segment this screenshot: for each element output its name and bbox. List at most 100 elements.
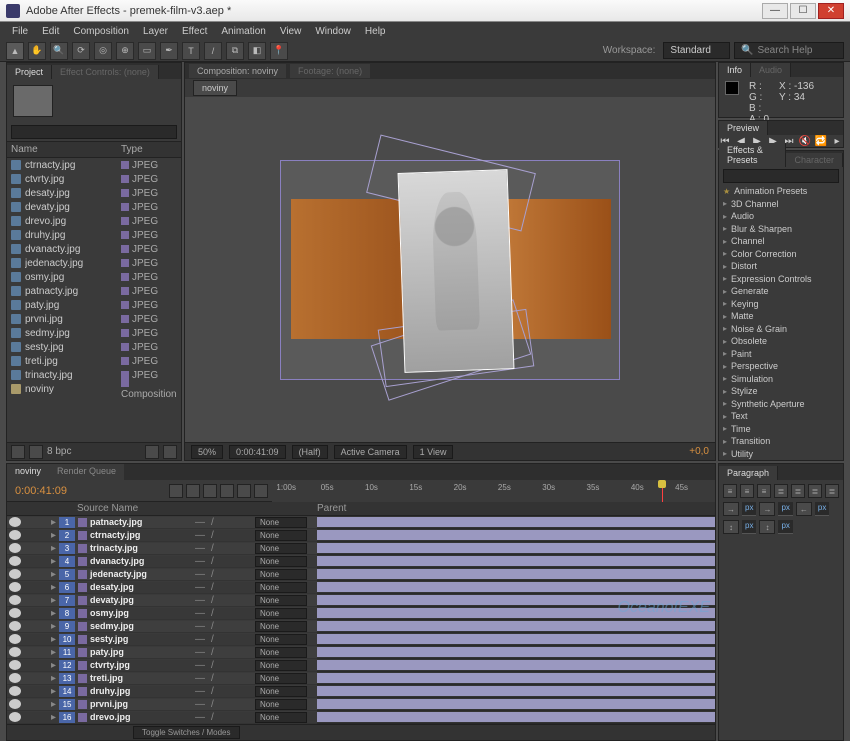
eraser-tool[interactable]: ◧ [248, 42, 266, 60]
project-item[interactable]: prvni.jpgJPEG [7, 312, 181, 326]
visibility-toggle[interactable] [9, 569, 21, 579]
zoom-dropdown[interactable]: 50% [191, 445, 223, 459]
timeline-timecode[interactable]: 0:00:41:09 [7, 485, 165, 497]
project-item[interactable]: desaty.jpgJPEG [7, 186, 181, 200]
layer-bar[interactable] [317, 556, 715, 566]
effect-category[interactable]: Audio [719, 210, 843, 223]
effect-category[interactable]: Simulation [719, 373, 843, 386]
views-dropdown[interactable]: 1 View [413, 445, 454, 459]
visibility-toggle[interactable] [9, 647, 21, 657]
visibility-toggle[interactable] [9, 582, 21, 592]
parent-dropdown[interactable]: None [255, 608, 307, 619]
layer-bar-area[interactable] [317, 516, 715, 529]
justify-right-button[interactable]: ≣ [808, 484, 822, 498]
effect-category[interactable]: Perspective [719, 360, 843, 373]
project-item[interactable]: jedenacty.jpgJPEG [7, 256, 181, 270]
preview-tab[interactable]: Preview [719, 121, 768, 135]
visibility-toggle[interactable] [9, 608, 21, 618]
res-dropdown[interactable]: (Half) [292, 445, 328, 459]
layer-bar[interactable] [317, 712, 715, 722]
menu-view[interactable]: View [274, 24, 308, 39]
effect-category[interactable]: Generate [719, 285, 843, 298]
interpret-button[interactable] [11, 445, 25, 459]
justify-center-button[interactable]: ≣ [791, 484, 805, 498]
audio-tab[interactable]: Audio [751, 63, 791, 77]
layer-bar[interactable] [317, 569, 715, 579]
layer-row[interactable]: ▸4dvanacty.jpg—/None [7, 555, 715, 568]
space-after-field[interactable]: px [778, 520, 792, 534]
project-item[interactable]: sedmy.jpgJPEG [7, 326, 181, 340]
comp-tab[interactable]: Composition: noviny [189, 64, 286, 78]
brush-tool[interactable]: / [204, 42, 222, 60]
visibility-toggle[interactable] [9, 699, 21, 709]
menu-layer[interactable]: Layer [137, 24, 174, 39]
effect-category[interactable]: Blur & Sharpen [719, 223, 843, 236]
parent-dropdown[interactable]: None [255, 660, 307, 671]
menu-help[interactable]: Help [359, 24, 392, 39]
effect-category[interactable]: Keying [719, 298, 843, 311]
effect-category[interactable]: Utility [719, 448, 843, 461]
folder-button[interactable] [29, 445, 43, 459]
align-left-button[interactable]: ≡ [723, 484, 737, 498]
ram-preview-button[interactable]: ▸ [831, 135, 843, 147]
maximize-button[interactable]: ☐ [790, 3, 816, 19]
effect-category[interactable]: Noise & Grain [719, 323, 843, 336]
pan-behind-tool[interactable]: ⊕ [116, 42, 134, 60]
rect-tool[interactable]: ▭ [138, 42, 156, 60]
menu-file[interactable]: File [6, 24, 34, 39]
layer-bar[interactable] [317, 634, 715, 644]
visibility-toggle[interactable] [9, 517, 21, 527]
indent-right-field[interactable]: px [815, 502, 829, 516]
layer-bar-area[interactable] [317, 542, 715, 555]
effect-category[interactable]: Synthetic Aperture [719, 398, 843, 411]
text-tool[interactable]: T [182, 42, 200, 60]
parent-dropdown[interactable]: None [255, 634, 307, 645]
visibility-toggle[interactable] [9, 686, 21, 696]
indent-left-field[interactable]: px [742, 502, 756, 516]
project-item[interactable]: novinyComposition [7, 382, 181, 396]
project-item[interactable]: drevo.jpgJPEG [7, 214, 181, 228]
align-right-button[interactable]: ≡ [757, 484, 771, 498]
rotate-tool[interactable]: ⟳ [72, 42, 90, 60]
layer-bar[interactable] [317, 699, 715, 709]
project-tab[interactable]: Project [7, 65, 52, 79]
align-center-button[interactable]: ≡ [740, 484, 754, 498]
comp-viewer[interactable] [185, 97, 715, 442]
parent-dropdown[interactable]: None [255, 699, 307, 710]
menu-effect[interactable]: Effect [176, 24, 213, 39]
layer-bar[interactable] [317, 582, 715, 592]
parent-dropdown[interactable]: None [255, 517, 307, 528]
effect-category[interactable]: 3D Channel [719, 198, 843, 211]
layer-row[interactable]: ▸12ctvrty.jpg—/None [7, 659, 715, 672]
project-item[interactable]: osmy.jpgJPEG [7, 270, 181, 284]
visibility-toggle[interactable] [9, 712, 21, 722]
space-before-field[interactable]: px [742, 520, 756, 534]
parent-dropdown[interactable]: None [255, 595, 307, 606]
project-item[interactable]: treti.jpgJPEG [7, 354, 181, 368]
new-comp-button[interactable] [145, 445, 159, 459]
parent-dropdown[interactable]: None [255, 686, 307, 697]
project-item[interactable]: paty.jpgJPEG [7, 298, 181, 312]
project-search-input[interactable] [11, 125, 177, 139]
layer-bar[interactable] [317, 517, 715, 527]
layer-bar[interactable] [317, 530, 715, 540]
effect-category[interactable]: Transition [719, 435, 843, 448]
search-help-input[interactable]: 🔍 Search Help [734, 42, 844, 59]
effect-category[interactable]: Matte [719, 310, 843, 323]
close-button[interactable]: ✕ [818, 3, 844, 19]
tl-icon[interactable] [237, 484, 251, 498]
parent-dropdown[interactable]: None [255, 569, 307, 580]
tl-icon[interactable] [254, 484, 268, 498]
parent-dropdown[interactable]: None [255, 621, 307, 632]
visibility-toggle[interactable] [9, 660, 21, 670]
effects-list[interactable]: Animation Presets3D ChannelAudioBlur & S… [719, 185, 843, 460]
indent-first-field[interactable]: px [778, 502, 792, 516]
layer-bar-area[interactable] [317, 698, 715, 711]
layer-bar[interactable] [317, 686, 715, 696]
bpc-label[interactable]: 8 bpc [47, 446, 71, 457]
visibility-toggle[interactable] [9, 673, 21, 683]
menu-edit[interactable]: Edit [36, 24, 65, 39]
layer-row[interactable]: ▸6desaty.jpg—/None [7, 581, 715, 594]
layer-row[interactable]: ▸2ctrnacty.jpg—/None [7, 529, 715, 542]
effects-tab[interactable]: Effects & Presets [719, 143, 786, 167]
